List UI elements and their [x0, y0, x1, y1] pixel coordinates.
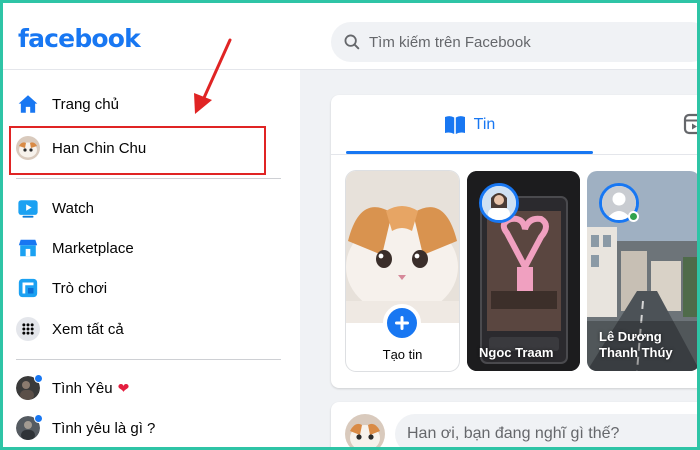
online-status-indicator — [628, 211, 639, 222]
search-input[interactable] — [369, 33, 669, 51]
grid-icon — [16, 317, 40, 341]
create-story-card[interactable]: Tạo tin — [346, 171, 459, 371]
tab-stories[interactable]: Tin — [346, 95, 593, 155]
search-bar[interactable] — [331, 22, 700, 62]
composer-avatar[interactable] — [345, 414, 385, 450]
unread-badge — [34, 414, 43, 423]
plus-icon — [395, 316, 409, 330]
sidebar-item-label: Trò chơi — [52, 279, 108, 297]
unread-badge — [34, 374, 43, 383]
annotation-arrow-icon — [194, 38, 232, 114]
story-author-name: Lê Dương Thanh Thúy — [599, 329, 673, 360]
story-card-ngoc-traam[interactable]: Ngoc Traam — [467, 171, 580, 371]
add-story-button[interactable] — [383, 304, 421, 342]
book-icon — [444, 116, 465, 134]
story-card-le-duong-thanh-thuy[interactable]: Lê Dương Thanh Thúy — [587, 171, 700, 371]
sidebar-item-label: Trang chủ — [52, 95, 119, 113]
post-composer — [331, 402, 700, 450]
tab-separator — [331, 154, 700, 155]
group-avatar — [16, 374, 43, 400]
heart-icon: ❤ — [117, 379, 130, 396]
sidebar-item-see-all[interactable]: Xem tất cả — [8, 309, 280, 349]
create-story-label: Tạo tin — [382, 347, 423, 362]
sidebar-group-tinh-yeu-la-gi[interactable]: Tình yêu là gì ? — [8, 408, 280, 448]
sidebar-item-label: Watch — [52, 199, 94, 217]
story-avatar — [479, 183, 519, 223]
tab-stories-label: Tin — [473, 116, 496, 133]
annotation-highlight-box — [9, 126, 266, 175]
sidebar-item-marketplace[interactable]: Marketplace — [8, 228, 280, 268]
sidebar-item-games[interactable]: Trò chơi — [8, 268, 280, 308]
story-author-name: Ngoc Traam — [479, 345, 554, 360]
games-icon — [16, 276, 40, 300]
search-icon — [344, 34, 360, 50]
top-navigation-bar: facebook — [0, 0, 700, 70]
reels-icon — [683, 113, 700, 135]
sidebar-divider — [16, 178, 281, 179]
sidebar-group-tinh-yeu[interactable]: Tình Yêu ❤ — [8, 368, 280, 408]
watch-icon — [16, 196, 40, 220]
sidebar-item-watch[interactable]: Watch — [8, 188, 280, 228]
tab-reels[interactable] — [683, 113, 700, 140]
sidebar-divider — [16, 359, 281, 360]
home-icon — [16, 92, 40, 116]
sidebar-item-label: Marketplace — [52, 239, 134, 257]
sidebar-item-label: Tình Yêu — [52, 379, 113, 397]
sidebar-item-label: Xem tất cả — [52, 320, 124, 338]
sidebar-item-home[interactable]: Trang chủ — [8, 84, 280, 124]
composer-input[interactable] — [395, 414, 700, 450]
sidebar-item-label: Tình yêu là gì ? — [52, 419, 156, 437]
profile-photo — [346, 171, 459, 323]
marketplace-icon — [16, 236, 40, 260]
stories-card: Tin Tạo tin Ngoc Traam Lê Dương Thanh Th… — [331, 95, 700, 388]
group-avatar — [16, 414, 43, 440]
facebook-logo[interactable]: facebook — [18, 24, 141, 53]
